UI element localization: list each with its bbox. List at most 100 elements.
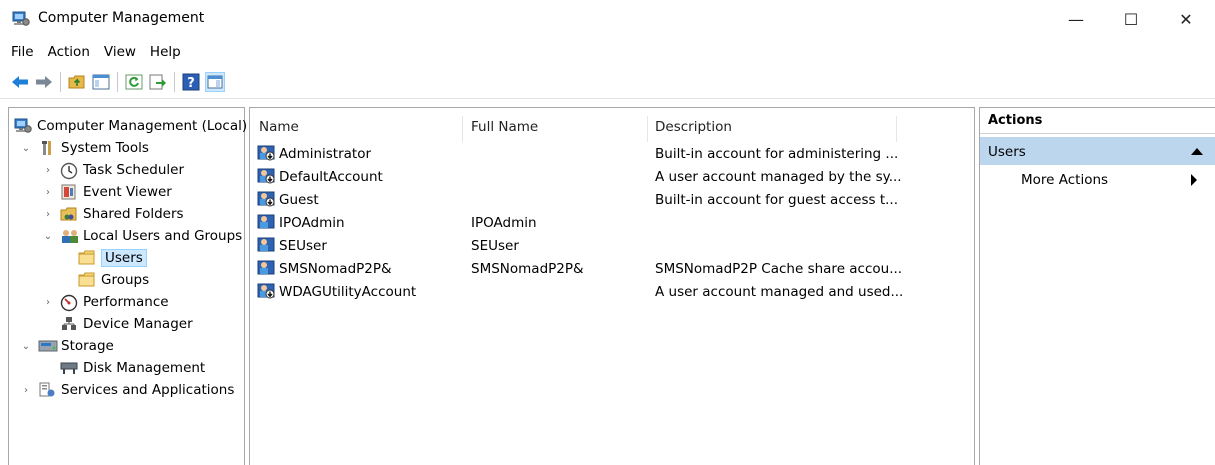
- user-account-icon: [257, 259, 275, 276]
- tree-item-label: Computer Management (Local): [37, 118, 248, 134]
- users-list: Name Full Name Description Administrator…: [249, 107, 975, 465]
- list-row[interactable]: Administrator Built-in account for admini…: [250, 143, 950, 165]
- tree-item[interactable]: › Shared Folders: [42, 203, 184, 225]
- user-name-cell: WDAGUtilityAccount: [279, 284, 417, 300]
- tree-item-label: Event Viewer: [83, 184, 172, 200]
- maximize-button[interactable]: ☐: [1108, 0, 1154, 38]
- list-row[interactable]: DefaultAccount A user account managed by …: [250, 166, 950, 188]
- user-account-icon: [257, 236, 275, 253]
- collapse-arrow-icon[interactable]: ⌄: [20, 143, 32, 154]
- menu-action[interactable]: Action: [41, 41, 97, 65]
- back-icon[interactable]: [10, 72, 30, 92]
- export-list-icon[interactable]: [148, 72, 168, 92]
- more-actions-item[interactable]: More Actions: [980, 165, 1215, 193]
- column-header-description[interactable]: Description: [655, 119, 732, 135]
- user-name-cell: DefaultAccount: [279, 169, 383, 185]
- event-viewer-icon: [60, 184, 78, 200]
- computer-management-icon: [14, 118, 32, 134]
- column-header-full-name[interactable]: Full Name: [471, 119, 538, 135]
- tree-item[interactable]: Device Manager: [42, 313, 193, 335]
- tree-item-label: Disk Management: [83, 360, 206, 376]
- menu-help[interactable]: Help: [143, 41, 188, 65]
- tree-item[interactable]: › Task Scheduler: [42, 159, 184, 181]
- actions-header: Actions: [980, 108, 1215, 134]
- device-manager-icon: [60, 316, 78, 332]
- up-folder-icon[interactable]: [67, 72, 87, 92]
- list-row[interactable]: WDAGUtilityAccount A user account managed…: [250, 281, 950, 303]
- column-divider[interactable]: [462, 116, 463, 142]
- expand-arrow-icon[interactable]: ›: [42, 297, 54, 308]
- users-groups-icon: [60, 228, 78, 244]
- column-header-name[interactable]: Name: [259, 119, 299, 135]
- more-actions-label: More Actions: [1021, 172, 1109, 188]
- collapse-up-icon[interactable]: [1191, 148, 1203, 155]
- expand-arrow-icon[interactable]: ›: [20, 385, 32, 396]
- tree-item[interactable]: › Services and Applications: [20, 379, 234, 401]
- list-row[interactable]: Guest Built-in account for guest access t…: [250, 189, 950, 211]
- services-icon: [38, 382, 56, 398]
- performance-icon: [60, 294, 78, 312]
- full-name-cell: SEUser: [471, 238, 519, 254]
- tree-item[interactable]: ⌄ Local Users and Groups: [42, 225, 242, 247]
- menu-file[interactable]: File: [0, 41, 41, 65]
- tree-item[interactable]: Computer Management (Local): [14, 115, 247, 137]
- tree-item-label: System Tools: [61, 140, 149, 156]
- actions-section-label: Users: [988, 144, 1026, 160]
- expand-arrow-icon[interactable]: ›: [42, 209, 54, 220]
- list-row[interactable]: SMSNomadP2P& SMSNomadP2P& SMSNomadP2P Cach…: [250, 258, 950, 280]
- expand-arrow-icon[interactable]: ›: [42, 165, 54, 176]
- user-name-cell: Guest: [279, 192, 319, 208]
- user-name-cell: Administrator: [279, 146, 372, 162]
- shared-folders-icon: [60, 206, 78, 222]
- tree-item[interactable]: Disk Management: [42, 357, 205, 379]
- help-icon[interactable]: ?: [181, 72, 201, 92]
- list-row[interactable]: SEUser SEUser: [250, 235, 950, 257]
- full-name-cell: IPOAdmin: [471, 215, 537, 231]
- tree-item-label: Users: [101, 249, 147, 267]
- tree-item-label: Device Manager: [83, 316, 193, 332]
- minimize-button[interactable]: —: [1053, 0, 1099, 38]
- show-hide-tree-icon[interactable]: [91, 72, 111, 92]
- toolbar-separator: [117, 72, 118, 92]
- submenu-arrow-icon: [1191, 174, 1197, 186]
- menu-view[interactable]: View: [97, 41, 143, 65]
- user-account-icon: [257, 213, 275, 230]
- collapse-arrow-icon[interactable]: ⌄: [42, 231, 54, 242]
- tree-item[interactable]: ⌄ System Tools: [20, 137, 149, 159]
- tree-item-label: Local Users and Groups: [83, 228, 243, 244]
- window-title: Computer Management: [38, 10, 205, 26]
- toolbar-separator: [60, 72, 61, 92]
- expand-arrow-icon[interactable]: ›: [42, 187, 54, 198]
- show-hide-action-pane-icon[interactable]: [205, 72, 225, 92]
- refresh-icon[interactable]: [124, 72, 144, 92]
- user-name-cell: SMSNomadP2P&: [279, 261, 392, 277]
- folder-icon: [78, 250, 96, 266]
- column-divider[interactable]: [647, 116, 648, 142]
- toolbar-separator: [174, 72, 175, 92]
- title-bar: Computer Management — ☐ ✕: [0, 0, 1215, 38]
- user-name-cell: SEUser: [279, 238, 327, 254]
- tree-item[interactable]: Groups: [78, 269, 149, 291]
- folder-icon: [78, 272, 96, 288]
- tree-item[interactable]: › Performance: [42, 291, 169, 313]
- tree-item[interactable]: › Event Viewer: [42, 181, 172, 203]
- forward-icon[interactable]: [34, 72, 54, 92]
- actions-section-users[interactable]: Users: [980, 137, 1215, 165]
- disk-icon: [60, 360, 78, 376]
- svg-text:?: ?: [187, 76, 195, 91]
- tree-item-label: Groups: [101, 272, 150, 288]
- column-divider[interactable]: [896, 116, 897, 142]
- actions-pane: Actions Users More Actions: [979, 107, 1215, 465]
- computer-management-icon: [12, 11, 30, 27]
- user-name-cell: IPOAdmin: [279, 215, 345, 231]
- full-name-cell: SMSNomadP2P&: [471, 261, 584, 277]
- tree-item[interactable]: ⌄ Storage: [20, 335, 114, 357]
- close-button[interactable]: ✕: [1163, 0, 1209, 38]
- description-cell: Built-in account for administering ...: [655, 146, 899, 162]
- tree-item[interactable]: Users: [78, 247, 147, 269]
- description-cell: SMSNomadP2P Cache share accou...: [655, 261, 903, 277]
- user-account-icon: [257, 190, 275, 207]
- collapse-arrow-icon[interactable]: ⌄: [20, 341, 32, 352]
- tree-item-label: Performance: [83, 294, 169, 310]
- list-row[interactable]: IPOAdmin IPOAdmin: [250, 212, 950, 234]
